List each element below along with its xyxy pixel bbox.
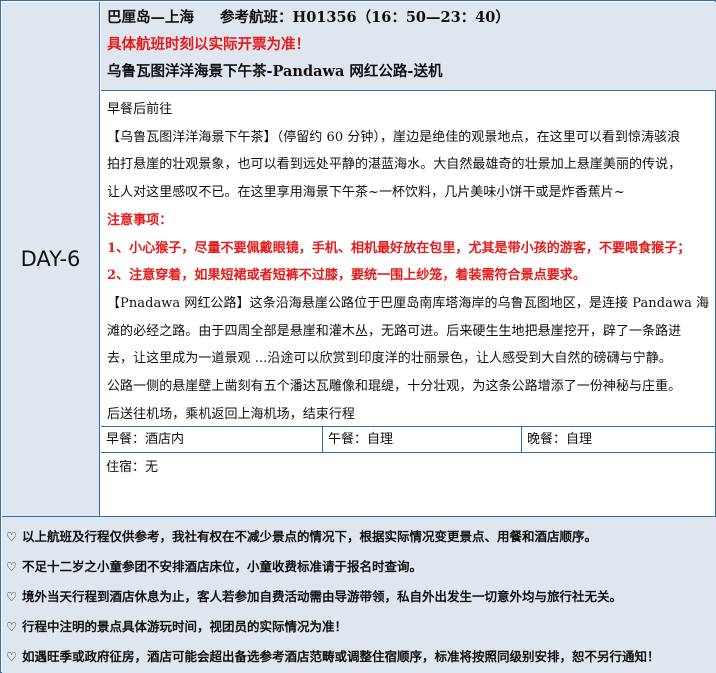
description-line: 公路一侧的悬崖壁上凿刻有五个潘达瓦雕像和琨缇，十分壮观，为这条公路增添了一份神秘… bbox=[107, 379, 682, 395]
note-item: ♡ 不足十二岁之小童参团不安排酒店床位，小童收费标准请于报名时查询。 bbox=[6, 553, 716, 583]
note-text: 境外当天行程到酒店休息为止，客人若参加自费活动需由导游带领，私自外出发生一切意外… bbox=[22, 589, 623, 604]
flight-header: 巴厘岛—上海 参考航班：H01356（16：50—23：40） 具体航班时刻以实际… bbox=[101, 2, 716, 91]
note-text: 如遇旺季或政府征房，酒店可能会超出备选参考酒店范畴或调整住宿顺序，标准将按照同级… bbox=[22, 649, 660, 664]
description-line: 让人对这里感叹不已。在这里享用海景下午茶~一杯饮料，几片美味小饼干或是炸香蕉片~ bbox=[107, 185, 625, 201]
itinerary-title: 乌鲁瓦图洋洋海景下午茶-Pandawa 网红公路-送机 bbox=[107, 63, 443, 80]
note-item: ♡ 行程中注明的景点具体游玩时间，视团员的实际情况为准！ bbox=[6, 613, 716, 643]
description-line: 【Pnadawa 网红公路】这条沿海悬崖公路位于巴厘岛南库塔海岸的乌鲁瓦图地区，… bbox=[107, 295, 710, 311]
lunch-cell: 午餐：自理 bbox=[323, 427, 522, 452]
caution-item: 1、小心猴子，尽量不要佩戴眼镜，手机、相机最好放在包里，尤其是带小孩的游客，不要… bbox=[107, 240, 691, 256]
description-line: 去，让这里成为一道景观 ...沿途可以欣赏到印度洋的壮丽景色，让人感受到大自然的… bbox=[107, 351, 672, 367]
note-text: 以上航班及行程仅供参考，我社有权在不减少景点的情况下，根据实际情况变更景点、用餐… bbox=[22, 529, 598, 544]
description-line: 拍打悬崖的壮观景象，也可以看到远处平静的湛蓝海水。大自然最雄奇的壮景加上悬崖美丽… bbox=[107, 157, 682, 173]
day-label-cell: DAY-6 bbox=[2, 2, 100, 516]
heart-icon: ♡ bbox=[6, 619, 18, 634]
caution-item: 2、注意穿着，如果短裙或者短裤不过膝，要统一围上纱笼，着装需符合景点要求。 bbox=[107, 268, 586, 284]
description-line: 早餐后前往 bbox=[107, 102, 173, 117]
heart-icon: ♡ bbox=[6, 529, 18, 544]
dinner-cell: 晚餐：自理 bbox=[527, 432, 593, 447]
caution-heading: 注意事项： bbox=[107, 212, 173, 228]
heart-icon: ♡ bbox=[6, 649, 18, 664]
note-item: ♡ 以上航班及行程仅供参考，我社有权在不减少景点的情况下，根据实际情况变更景点、用… bbox=[6, 523, 716, 553]
flight-notice: 具体航班时刻以实际开票为准！ bbox=[107, 36, 310, 53]
meals-row: 早餐：酒店内 午餐：自理 晚餐：自理 bbox=[101, 427, 716, 453]
description-line: 滩的必经之路。由于四周全部是悬崖和灌木丛，无路可进。后来硬生生地把悬崖挖开，辟了… bbox=[107, 323, 682, 339]
heart-icon: ♡ bbox=[6, 589, 18, 604]
flight-reference: 参考航班：H01356（16：50—23：40） bbox=[220, 9, 510, 26]
description-line: 【乌鲁瓦图洋洋海景下午茶】（停留约 60 分钟），崖边是绝佳的观景地点，在这里可… bbox=[107, 129, 681, 145]
lodging-cell: 住宿：无 bbox=[106, 460, 159, 475]
breakfast-cell: 早餐：酒店内 bbox=[101, 427, 323, 452]
flight-route: 巴厘岛—上海 bbox=[107, 9, 194, 26]
day-label: DAY-6 bbox=[20, 247, 81, 271]
heart-icon: ♡ bbox=[6, 559, 18, 574]
notes-panel: ♡ 以上航班及行程仅供参考，我社有权在不减少景点的情况下，根据实际情况变更景点、用… bbox=[2, 516, 716, 673]
description-line: 后送往机场，乘机返回上海机场，结束行程 bbox=[107, 406, 355, 422]
note-item: ♡ 如遇旺季或政府征房，酒店可能会超出备选参考酒店范畴或调整住宿顺序，标准将按照同… bbox=[6, 643, 716, 673]
note-item: ♡ 境外当天行程到酒店休息为止，客人若参加自费活动需由导游带领，私自外出发生一切意… bbox=[6, 583, 716, 613]
flight-row: 巴厘岛—上海 参考航班：H01356（16：50—23：40） bbox=[107, 8, 710, 35]
itinerary-description: 早餐后前往 【乌鲁瓦图洋洋海景下午茶】（停留约 60 分钟），崖边是绝佳的观景地… bbox=[101, 91, 716, 427]
note-text: 行程中注明的景点具体游玩时间，视团员的实际情况为准！ bbox=[22, 619, 348, 634]
note-text: 不足十二岁之小童参团不安排酒店床位，小童收费标准请于报名时查询。 bbox=[22, 559, 423, 574]
itinerary-table: DAY-6 巴厘岛—上海 参考航班：H01356（16：50—23：40） 具体航… bbox=[0, 0, 716, 673]
day-content: 巴厘岛—上海 参考航班：H01356（16：50—23：40） 具体航班时刻以实际… bbox=[101, 2, 716, 483]
